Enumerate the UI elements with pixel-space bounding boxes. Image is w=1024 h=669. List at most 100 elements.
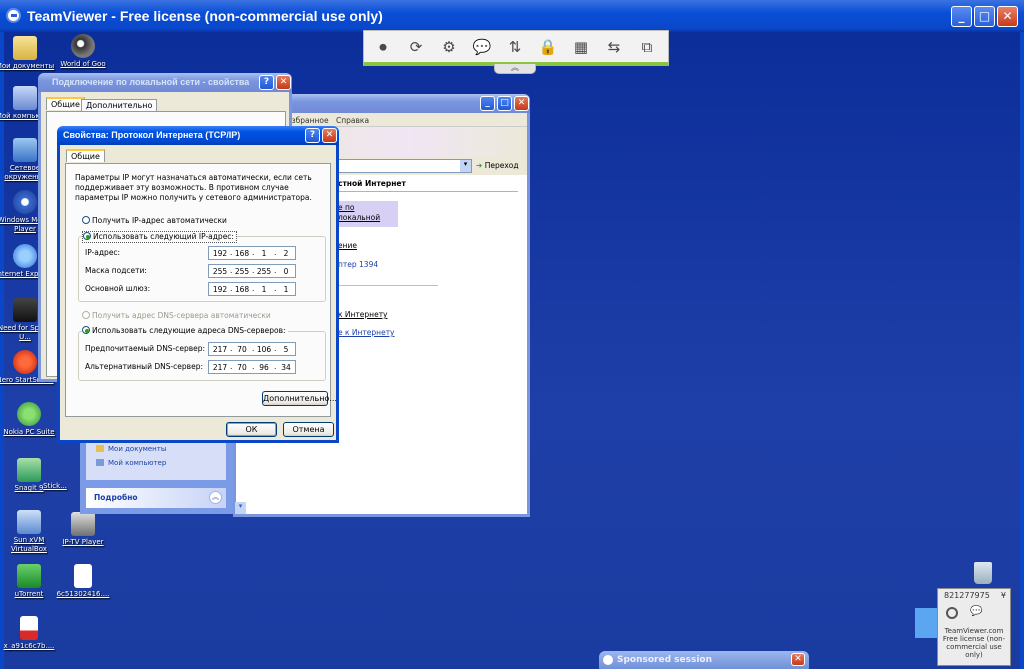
internet-explorer-icon	[13, 244, 37, 268]
ok-button[interactable]: ОК	[226, 422, 277, 437]
iptv-player-icon	[71, 512, 95, 536]
network-maximize-button[interactable]: □	[497, 96, 512, 111]
my-computer-icon	[13, 86, 37, 110]
remote-windows-icon[interactable]: ⧉	[636, 36, 658, 58]
computer-icon	[96, 459, 104, 466]
teamviewer-title: TeamViewer - Free license (non-commercia…	[27, 8, 383, 24]
radio-icon	[82, 216, 90, 224]
virtualbox-icon	[17, 510, 41, 534]
task-pane: Мои документы Мой компьютер Подробно ︽	[80, 440, 233, 514]
desktop-icon-utorrent[interactable]: uTorrent	[0, 564, 60, 599]
widget-icon-bar: 💬	[942, 605, 1006, 621]
settings-icon[interactable]: ⚙	[438, 36, 460, 58]
side-link-my-docs[interactable]: Мои документы	[96, 444, 166, 454]
address-dropdown-icon[interactable]: ▾	[460, 160, 471, 172]
menu-help[interactable]: Справка	[336, 116, 369, 126]
recycle-bin-icon[interactable]	[974, 562, 992, 584]
tab-general[interactable]: Общие	[46, 97, 85, 110]
network-minimize-button[interactable]: _	[480, 96, 495, 111]
teamviewer-titlebar: TeamViewer - Free license (non-commercia…	[0, 0, 1024, 32]
nero-icon	[13, 350, 37, 374]
close-connection-icon[interactable]: ⏺	[372, 36, 394, 58]
session-id: 821277975	[944, 591, 990, 600]
radio-disabled-icon	[82, 311, 90, 319]
section-divider	[338, 285, 438, 286]
file-transfer-icon[interactable]: ⇅	[504, 36, 526, 58]
radio-selected-icon	[83, 232, 91, 240]
tcpip-titlebar[interactable]: Свойства: Протокол Интернета (TCP/IP) ? …	[57, 126, 339, 145]
go-button[interactable]: ➔ Переход	[476, 161, 519, 171]
help-button[interactable]: ?	[305, 128, 320, 143]
layout-icon[interactable]: ▦	[570, 36, 592, 58]
pdf-file-icon	[20, 616, 38, 640]
network-link-1394[interactable]: птер 1394	[338, 260, 378, 270]
tcpip-properties-dialog[interactable]: Свойства: Протокол Интернета (TCP/IP) ? …	[57, 126, 339, 443]
sponsored-close-button[interactable]: ✕	[791, 653, 805, 666]
widget-close-icon[interactable]	[946, 607, 958, 619]
desktop-icon-sticky[interactable]: Stick...	[40, 482, 70, 491]
network-link-internet[interactable]: к Интернету	[338, 310, 388, 320]
widget-license-info: TeamViewer.com Free license (non-commerc…	[942, 627, 1006, 659]
network-close-button[interactable]: ✕	[514, 96, 529, 111]
menu-favorites[interactable]: Избранное	[286, 116, 329, 126]
snagit-icon	[17, 458, 41, 482]
connection-properties-titlebar[interactable]: Подключение по локальной сети - свойства…	[38, 73, 292, 92]
frame-right	[1020, 32, 1024, 669]
desktop-icon-pdf[interactable]: x_a91c6c7b....	[0, 616, 60, 651]
advanced-button[interactable]: Дополнительно...	[262, 391, 337, 406]
subnet-mask-field[interactable]: 255. 255. 255. 0	[208, 264, 296, 278]
alternate-dns-field[interactable]: 217. 70. 96. 34	[208, 360, 296, 374]
tcpip-tab-panel: Параметры IP могут назначаться автоматич…	[65, 163, 337, 417]
radio-selected-icon	[82, 326, 90, 334]
chat-icon[interactable]: 💬	[471, 36, 493, 58]
cancel-button[interactable]: Отмена	[283, 422, 334, 437]
desktop-icon-iptv[interactable]: IP-TV Player	[52, 512, 114, 547]
minimize-button[interactable]: _	[951, 6, 972, 27]
ip-address-field[interactable]: 192. 168. 1. 2	[208, 246, 296, 260]
gateway-field[interactable]: 192. 168. 1. 1	[208, 282, 296, 296]
widget-menu-icon[interactable]: ¥	[1001, 591, 1006, 600]
network-link-internet-2[interactable]: е к Интернету	[338, 328, 395, 338]
widget-chat-icon[interactable]: 💬	[970, 606, 982, 617]
toolbar-collapse-button[interactable]: ︽	[494, 64, 536, 74]
side-link-my-computer[interactable]: Мой компьютер	[96, 458, 166, 468]
selected-connection[interactable]: е по локальной	[336, 201, 398, 227]
desktop-icon-virtualbox[interactable]: Sun xVM VirtualBox	[0, 510, 60, 554]
scroll-down-icon[interactable]: ▾	[235, 502, 246, 514]
media-player-icon	[13, 190, 37, 214]
description-text: Параметры IP могут назначаться автоматич…	[75, 173, 312, 202]
connection-close-button[interactable]: ✕	[276, 75, 291, 90]
manual-ip-radio[interactable]: Использовать следующий IP-адрес:	[82, 231, 237, 243]
gateway-label: Основной шлюз:	[85, 284, 151, 293]
desktop-icon-world-of-goo[interactable]: World of Goo	[52, 34, 114, 69]
connection-help-button[interactable]: ?	[259, 75, 274, 90]
other-places-box: Мои документы Мой компьютер	[86, 440, 226, 480]
network-category-header: стной Интернет	[338, 179, 406, 188]
collapse-chevron-icon[interactable]: ︽	[209, 491, 222, 504]
tab-general[interactable]: Общие	[66, 149, 105, 162]
dialog-close-button[interactable]: ✕	[322, 128, 337, 143]
go-arrow-icon: ➔	[476, 161, 483, 170]
ip-label: IP-адрес:	[85, 248, 121, 257]
nokia-pc-suite-icon	[17, 402, 41, 426]
tab-advanced[interactable]: Дополнительно	[81, 99, 158, 111]
manual-dns-radio[interactable]: Использовать следующие адреса DNS-сервер…	[82, 326, 288, 336]
details-header[interactable]: Подробно ︽	[86, 488, 226, 508]
switch-sides-icon[interactable]: ⇆	[603, 36, 625, 58]
desktop-icon-mp3[interactable]: 6c51302416....	[52, 564, 114, 599]
auto-ip-radio[interactable]: Получить IP-адрес автоматически	[82, 216, 227, 226]
sponsored-session-bar[interactable]: Sponsored session ✕	[599, 651, 809, 669]
connection-properties-title: Подключение по локальной сети - свойства	[52, 77, 250, 87]
preferred-dns-field[interactable]: 217. 70. 106. 5	[208, 342, 296, 356]
sponsored-logo-icon	[603, 655, 613, 665]
refresh-icon[interactable]: ⟳	[405, 36, 427, 58]
maximize-button[interactable]: □	[974, 6, 995, 27]
desktop-icon-my-documents[interactable]: Мои документы	[0, 36, 56, 71]
close-button[interactable]: ✕	[997, 6, 1018, 27]
lock-icon[interactable]: 🔒	[537, 36, 559, 58]
teamviewer-session-widget[interactable]: 821277975 ¥ 💬 TeamViewer.com Free licens…	[937, 588, 1011, 666]
network-link-1[interactable]: ение	[338, 241, 357, 251]
desktop-icon-nokia[interactable]: Nokia PC Suite	[0, 402, 60, 437]
tcpip-title: Свойства: Протокол Интернета (TCP/IP)	[63, 130, 241, 140]
my-documents-icon	[13, 36, 37, 60]
